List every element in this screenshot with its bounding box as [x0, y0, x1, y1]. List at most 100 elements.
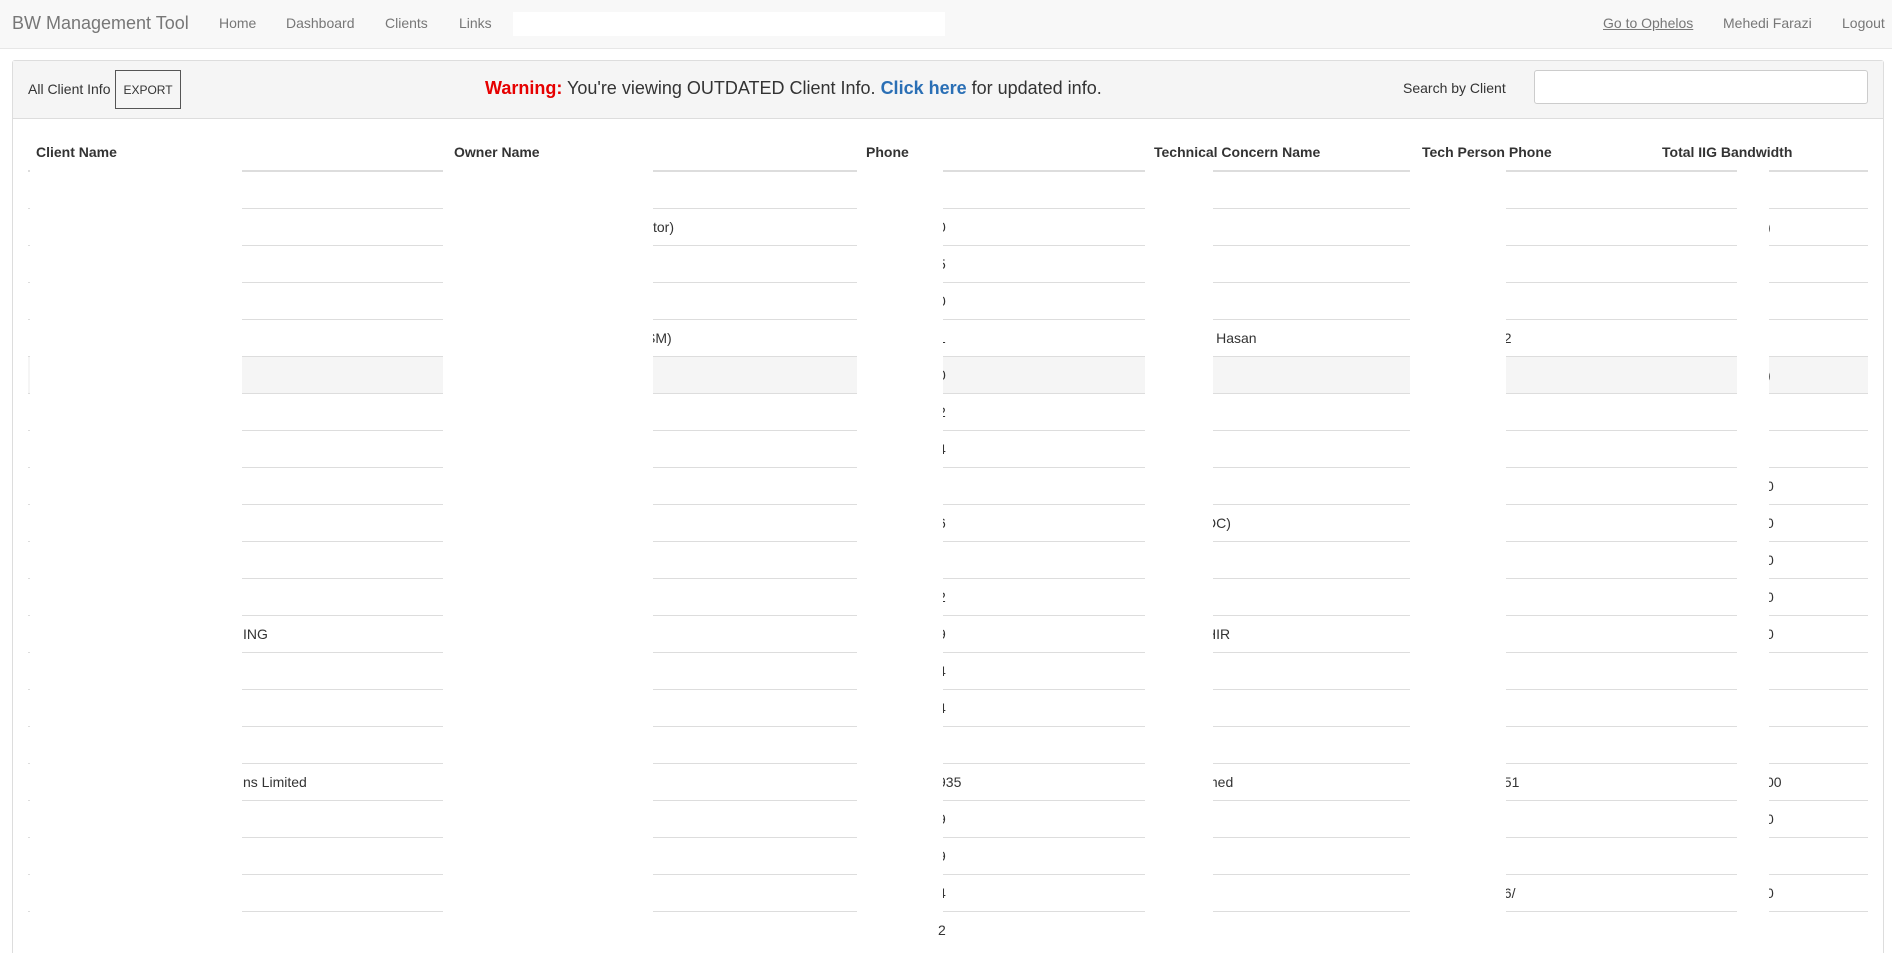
cell-text: ': [1206, 588, 1209, 605]
go-to-ophelos-link[interactable]: Go to Ophelos: [1603, 15, 1693, 31]
cell-text: SM): [646, 329, 672, 346]
table-row[interactable]: 4 66/0: [28, 873, 1868, 911]
table-row[interactable]: 0: [28, 540, 1868, 578]
cell-text: 0: [1766, 625, 1774, 642]
logout-link[interactable]: Logout: [1842, 15, 1885, 31]
table-cell: [1414, 429, 1654, 467]
table-row[interactable]: 0): [28, 355, 1868, 393]
cell-text: 935: [938, 773, 962, 790]
table-cell: ': [1146, 577, 1414, 615]
cell-text: ): [1766, 366, 1771, 383]
app-brand[interactable]: BW Management Tool: [12, 13, 189, 34]
nav-home[interactable]: Home: [219, 15, 256, 31]
table-row[interactable]: 4: [28, 651, 1868, 689]
export-button[interactable]: EXPORT: [115, 70, 181, 109]
table-cell: 2: [858, 577, 1146, 615]
col-tech-person-phone[interactable]: Tech Person Phone: [1414, 133, 1654, 172]
cell-text: 00: [1766, 773, 1782, 790]
table-cell: [1654, 318, 1868, 356]
table-cell: [446, 281, 858, 319]
table-row[interactable]: ns Limited) 935 med 151 00: [28, 762, 1868, 800]
cell-text: il Hasan: [1206, 329, 1257, 346]
nav-links[interactable]: Links: [459, 15, 492, 31]
table-row[interactable]: 5 ·: [28, 244, 1868, 282]
table-cell: 0: [858, 281, 1146, 319]
table-cell: [446, 614, 858, 652]
table-cell: 0: [858, 207, 1146, 245]
table-row[interactable]: 0: [28, 466, 1868, 504]
table-cell: [1654, 651, 1868, 689]
table-row[interactable]: ctor) 0): [28, 207, 1868, 245]
table-cell: 00: [1654, 762, 1868, 800]
table-row[interactable]: 2: [28, 910, 1868, 948]
table-cell: 9: [858, 614, 1146, 652]
table-cell: [28, 873, 446, 911]
table-cell: [1414, 281, 1654, 319]
user-name-link[interactable]: Mehedi Farazi: [1723, 15, 1812, 31]
nav-clients[interactable]: Clients: [385, 15, 428, 31]
table-cell: 0: [1654, 540, 1868, 578]
client-search-input[interactable]: [1534, 70, 1868, 104]
col-technical-concern-name[interactable]: Technical Concern Name: [1146, 133, 1414, 172]
nav-search-input[interactable]: [513, 12, 945, 36]
table-cell: [28, 836, 446, 874]
warning-suffix: for updated info.: [966, 78, 1102, 98]
client-info-panel: All Client Info EXPORT Warning: You're v…: [12, 60, 1884, 953]
cell-text: 0: [938, 292, 946, 309]
cell-text: 0: [938, 366, 946, 383]
cell-text: 9: [938, 847, 946, 864]
table-cell: 0: [858, 355, 1146, 393]
table-cell: [446, 725, 858, 763]
table-row[interactable]: 90: [28, 799, 1868, 837]
cell-text: 66/: [1496, 884, 1516, 901]
table-cell: [446, 577, 858, 615]
cell-text: 6: [938, 514, 946, 531]
cell-text: HIR: [1206, 625, 1231, 642]
table-cell: [1146, 281, 1414, 319]
table-cell: [1414, 170, 1654, 208]
table-cell: [858, 540, 1146, 578]
table-row[interactable]: 0: [28, 281, 1868, 319]
table-cell: [28, 688, 446, 726]
table-cell: [1146, 910, 1414, 948]
table-row[interactable]: 2 ' 0: [28, 577, 1868, 615]
table-cell: [28, 540, 446, 578]
table-cell: [1146, 429, 1414, 467]
cell-text: ctor): [646, 218, 674, 235]
table-cell: [858, 466, 1146, 504]
table-cell: [858, 170, 1146, 208]
table-cell: [446, 392, 858, 430]
table-row[interactable]: 4: [28, 688, 1868, 726]
col-owner-name[interactable]: Owner Name: [446, 133, 858, 172]
table-row[interactable]: 6 DC) 0: [28, 503, 1868, 541]
col-client-name[interactable]: Client Name: [28, 133, 446, 172]
col-phone[interactable]: Phone: [858, 133, 1146, 172]
table-cell: [1414, 614, 1654, 652]
table-row[interactable]: [28, 170, 1868, 208]
cell-text: ): [1766, 218, 1771, 235]
table-cell: [1414, 651, 1654, 689]
panel-heading: All Client Info EXPORT Warning: You're v…: [13, 61, 1883, 119]
table-cell: [446, 540, 858, 578]
table-row[interactable]: ING 9 HIR 0: [28, 614, 1868, 652]
nav-dashboard[interactable]: Dashboard: [286, 15, 355, 31]
table-row[interactable]: 9: [28, 836, 1868, 874]
table-cell: [1654, 170, 1868, 208]
updated-info-link[interactable]: Click here: [881, 78, 967, 98]
table-row[interactable]: 4: [28, 429, 1868, 467]
cell-text: ns Limited: [243, 773, 307, 790]
table-cell: [446, 429, 858, 467]
table-row[interactable]: [28, 725, 1868, 763]
table-header-row: Client Name Owner Name Phone Technical C…: [28, 133, 1868, 172]
table-cell: [1146, 466, 1414, 504]
cell-text: 02: [1496, 329, 1512, 346]
table-cell: [1414, 688, 1654, 726]
table-cell: ): [446, 762, 858, 800]
table-cell: [1414, 392, 1654, 430]
table-row[interactable]: 2: [28, 392, 1868, 430]
table-row[interactable]: SM) 1 il Hasan 02: [28, 318, 1868, 356]
panel-title: All Client Info: [28, 81, 111, 97]
cell-text: 0: [1766, 588, 1774, 605]
col-total-iig-bandwidth[interactable]: Total IIG Bandwidth: [1654, 133, 1868, 172]
cell-text: med: [1206, 773, 1234, 790]
